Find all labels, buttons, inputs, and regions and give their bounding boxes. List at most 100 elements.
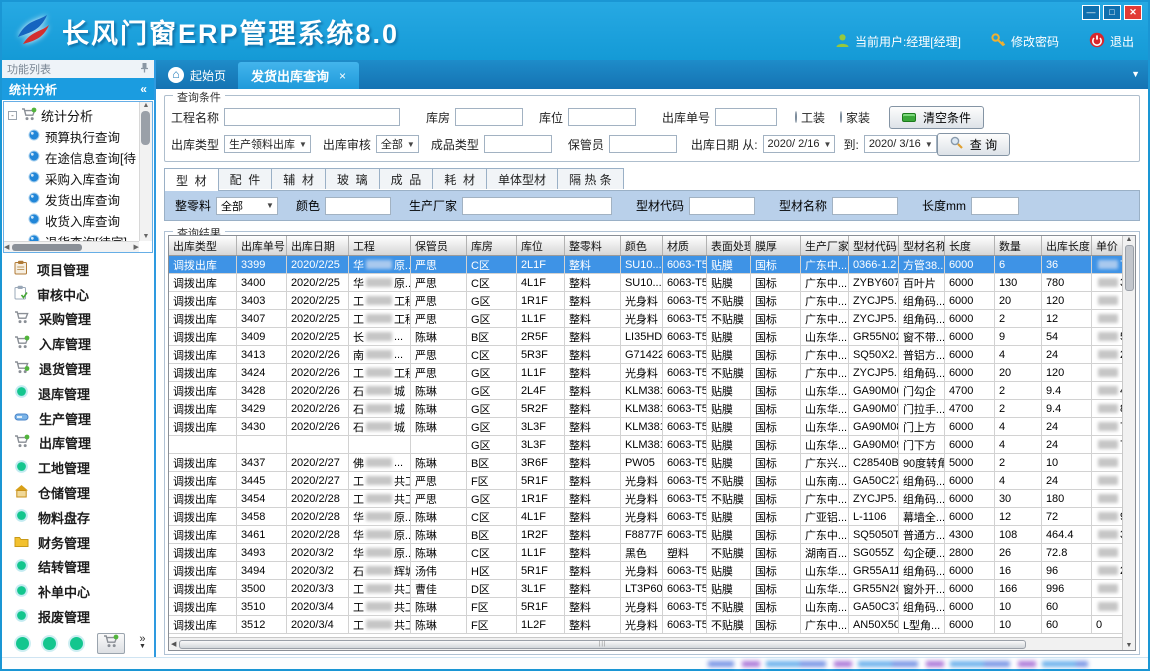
table-row[interactable]: 调拨出库34292020/2/26石城陈琳G区5R2F整料KLM38176063… <box>169 400 1122 418</box>
material-tab[interactable]: 耗 材 <box>432 168 487 189</box>
column-header[interactable]: 材质 <box>663 236 707 255</box>
sidebar-item-cart-out[interactable]: 出库管理 <box>14 433 154 452</box>
column-header[interactable]: 整零料 <box>565 236 621 255</box>
pin-icon[interactable] <box>140 62 149 76</box>
logout-button[interactable]: 退出 <box>1089 32 1134 51</box>
column-header[interactable]: 颜色 <box>621 236 663 255</box>
radio-home-decoration[interactable] <box>840 111 842 123</box>
table-row[interactable]: 调拨出库34302020/2/26石城陈琳G区3L3F整料KLM38176063… <box>169 418 1122 436</box>
column-header[interactable]: 出库类型 <box>169 236 237 255</box>
sidebar-item-green-dot[interactable]: 结转管理 <box>14 557 154 576</box>
order-no-input[interactable] <box>715 108 777 126</box>
green-dot-icon[interactable] <box>16 637 29 650</box>
material-tab[interactable]: 隔 热 条 <box>557 168 624 189</box>
table-row[interactable]: 调拨出库35102020/3/4工共工程陈琳F区5R1F整料光身料6063-T5… <box>169 598 1122 616</box>
tree-expander-icon[interactable]: - <box>8 111 17 120</box>
search-button[interactable]: 查 询 <box>937 133 1010 156</box>
sidebar-item-cart-return[interactable]: 退货管理 <box>14 359 154 378</box>
column-header[interactable]: 出库单号 <box>237 236 287 255</box>
project-name-input[interactable] <box>224 108 400 126</box>
column-header[interactable]: 库房 <box>467 236 517 255</box>
tree-item[interactable]: 退库管理[待定] <box>8 252 138 253</box>
table-row[interactable]: 调拨出库34372020/2/27佛...陈琳B区3R6F整料PW056063-… <box>169 454 1122 472</box>
column-header[interactable]: 工程 <box>349 236 411 255</box>
tabstrip-caret-icon[interactable]: ▼ <box>1131 69 1140 79</box>
material-tab[interactable]: 型 材 <box>164 168 219 191</box>
material-tab[interactable]: 成 品 <box>379 168 434 189</box>
table-row[interactable]: 调拨出库35122020/3/4工共工程陈琳F区1L2F整料光身料6063-T5… <box>169 616 1122 634</box>
outbound-audit-select[interactable]: 全部▼ <box>376 135 419 153</box>
material-tab[interactable]: 辅 材 <box>271 168 326 189</box>
tree-item[interactable]: 在途信息查询[待 <box>8 147 138 168</box>
table-row[interactable]: 调拨出库35002020/3/3工共工程曹佳D区3L1F整料LT3P606063… <box>169 580 1122 598</box>
sidebar-item-green-dot[interactable]: 退库管理 <box>14 384 154 403</box>
date-to-picker[interactable]: 2020/ 3/16▼ <box>864 135 937 153</box>
green-dot-icon[interactable] <box>43 637 56 650</box>
product-type-input[interactable] <box>484 135 552 153</box>
column-header[interactable]: 型材代码 <box>849 236 899 255</box>
whole-part-select[interactable]: 全部▼ <box>216 197 278 215</box>
tab-shipping-outbound-query[interactable]: 发货出库查询 × <box>238 62 359 89</box>
table-row[interactable]: 调拨出库34452020/2/27工共工程严思F区5R1F整料光身料6063-T… <box>169 472 1122 490</box>
collapse-icon[interactable]: « <box>140 82 147 96</box>
material-tab[interactable]: 单体型材 <box>486 168 558 189</box>
table-row[interactable]: 调拨出库34072020/2/25工工程严思G区1L1F整料光身料6063-T5… <box>169 310 1122 328</box>
warehouse-input[interactable] <box>455 108 523 126</box>
sidebar-item-clipboard[interactable]: 项目管理 <box>14 260 154 279</box>
sidebar-item-green-dot[interactable]: 物料盘存 <box>14 508 154 527</box>
sidebar-item-green-dot[interactable]: 报废管理 <box>14 607 154 626</box>
profile-name-input[interactable] <box>832 197 898 215</box>
keeper-input[interactable] <box>609 135 677 153</box>
tree-item[interactable]: 收货入库查询 <box>8 210 138 231</box>
close-button[interactable]: ✕ <box>1124 5 1142 20</box>
column-header[interactable]: 长度 <box>945 236 995 255</box>
color-input[interactable] <box>325 197 391 215</box>
column-header[interactable]: 膜厚 <box>751 236 801 255</box>
table-row[interactable]: 调拨出库34092020/2/25长...陈琳B区2R5F整料LI35HD606… <box>169 328 1122 346</box>
sidebar-item-cart[interactable]: 采购管理 <box>14 309 154 328</box>
minimize-button[interactable]: — <box>1082 5 1100 20</box>
table-row[interactable]: 调拨出库34002020/2/25华原...严思C区4L1F整料SU10...6… <box>169 274 1122 292</box>
sidebar-item-green-dot[interactable]: 补单中心 <box>14 582 154 601</box>
change-password-button[interactable]: 修改密码 <box>991 33 1059 51</box>
column-header[interactable]: 出库日期 <box>287 236 349 255</box>
sidebar-item-folder[interactable]: 财务管理 <box>14 533 154 552</box>
table-row[interactable]: 调拨出库34582020/2/28华原...陈琳C区4L1F整料光身料6063-… <box>169 508 1122 526</box>
column-header[interactable]: 型材名称 <box>899 236 945 255</box>
table-row[interactable]: 调拨出库34542020/2/28工共工程严思G区1R1F整料光身料6063-T… <box>169 490 1122 508</box>
tree-root-statistics[interactable]: - 统计分析 <box>8 105 138 126</box>
sidebar-item-green-dot[interactable]: 工地管理 <box>14 458 154 477</box>
length-input[interactable] <box>971 197 1019 215</box>
profile-code-input[interactable] <box>689 197 755 215</box>
tree-item[interactable]: 预算执行查询 <box>8 126 138 147</box>
results-vertical-scrollbar[interactable]: ▲▼ <box>1122 236 1135 650</box>
material-tab[interactable]: 玻 璃 <box>325 168 380 189</box>
column-header[interactable]: 数量 <box>995 236 1042 255</box>
manufacturer-input[interactable] <box>462 197 612 215</box>
location-input[interactable] <box>568 108 636 126</box>
column-header[interactable]: 出库长度 <box>1042 236 1092 255</box>
results-horizontal-scrollbar[interactable]: ◀|||▶ <box>169 637 1135 650</box>
tab-home[interactable]: ⌂ 起始页 <box>156 64 238 89</box>
date-from-picker[interactable]: 2020/ 2/16▼ <box>763 135 836 153</box>
table-row[interactable]: 调拨出库34942020/3/2石辉城汤伟H区5R1F整料光身料6063-T5贴… <box>169 562 1122 580</box>
sidebar-item-machine[interactable]: 生产管理 <box>14 409 154 428</box>
green-dot-icon[interactable] <box>70 637 83 650</box>
tree-vertical-scrollbar[interactable]: ▲▼ <box>139 102 152 241</box>
tree-horizontal-scrollbar[interactable]: ◀▶ <box>4 241 139 252</box>
cart-button[interactable] <box>97 633 125 654</box>
more-button[interactable]: »▼ <box>139 636 146 650</box>
tree-item[interactable]: 采购入库查询 <box>8 168 138 189</box>
column-header[interactable]: 保管员 <box>411 236 467 255</box>
tab-close-icon[interactable]: × <box>339 69 346 83</box>
radio-work-clothes[interactable] <box>795 111 797 123</box>
table-row[interactable]: 调拨出库34282020/2/26石城陈琳G区2L4F整料KLM38176063… <box>169 382 1122 400</box>
column-header[interactable]: 表面处理 <box>707 236 751 255</box>
maximize-button[interactable]: □ <box>1103 5 1121 20</box>
table-row[interactable]: 调拨出库34242020/2/26工工程严思G区1L1F整料光身料6063-T5… <box>169 364 1122 382</box>
sidebar-item-warehouse[interactable]: 仓储管理 <box>14 483 154 502</box>
column-header[interactable]: 库位 <box>517 236 565 255</box>
table-row[interactable]: 调拨出库34612020/2/28华原...陈琳B区1R2F整料F8877FT6… <box>169 526 1122 544</box>
sidebar-item-clipboard-check[interactable]: 审核中心 <box>14 285 154 304</box>
clear-conditions-button[interactable]: 清空条件 <box>889 106 984 129</box>
